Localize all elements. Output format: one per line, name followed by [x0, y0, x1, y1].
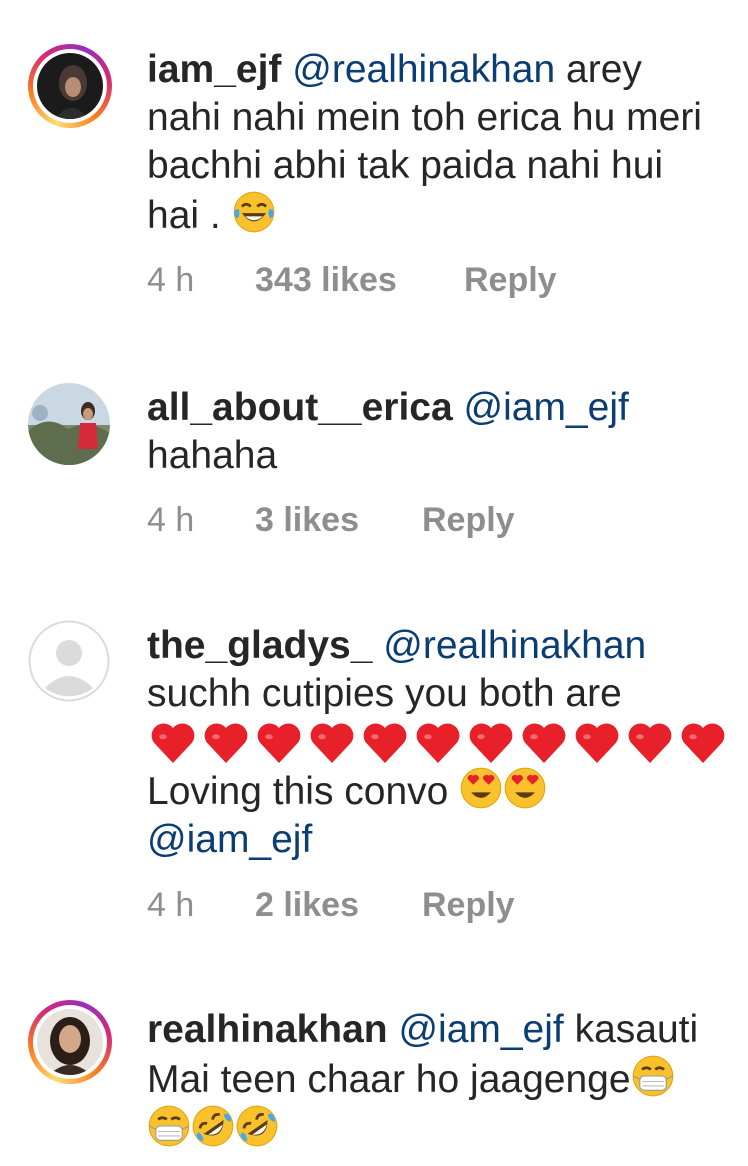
- comment-likes[interactable]: 2 likes: [255, 885, 359, 925]
- comment-body: the_gladys_ @realhinakhan suchh cutipies…: [147, 622, 737, 718]
- smiling-face-with-heart-eyes-icon: [503, 766, 547, 810]
- comment-body: all_about__erica @iam_ejf hahaha: [147, 384, 737, 480]
- comment-text: arey: [555, 48, 642, 91]
- reply-button[interactable]: Reply: [464, 260, 557, 300]
- profile-photo: [37, 1009, 103, 1075]
- rolling-on-the-floor-laughing-icon: [235, 1104, 279, 1148]
- smiling-face-with-heart-eyes-icon: [459, 766, 503, 810]
- default-avatar-icon: [28, 620, 110, 702]
- comment-username[interactable]: iam_ejf: [147, 48, 281, 91]
- profile-photo: [28, 383, 110, 465]
- comment-text: suchh cutipies you both are: [147, 672, 622, 715]
- reply-button[interactable]: Reply: [422, 885, 515, 925]
- rolling-on-the-floor-laughing-icon: [191, 1104, 235, 1148]
- face-with-medical-mask-icon: [147, 1104, 191, 1148]
- comment-mention[interactable]: @realhinakhan: [292, 48, 555, 91]
- comment-text: Mai teen chaar ho jaagenge: [147, 1058, 631, 1101]
- red-heart-icon: [624, 718, 676, 768]
- comment-text: hai .: [147, 194, 221, 237]
- reply-button[interactable]: Reply: [422, 500, 515, 540]
- comment-mention[interactable]: @iam_ejf: [147, 816, 737, 864]
- comment-text: hahaha: [147, 434, 278, 477]
- red-heart-icon: [412, 718, 464, 768]
- comment-text: bachhi abhi tak paida nahi hui: [147, 144, 664, 187]
- face-with-tears-of-joy-icon: [232, 190, 276, 234]
- avatar-all-about-erica[interactable]: [28, 383, 110, 465]
- comment-mention[interactable]: @iam_ejf: [464, 386, 629, 429]
- comment-body: realhinakhan @iam_ejf kasauti Mai teen c…: [147, 1006, 737, 1154]
- comment-text: kasauti: [563, 1008, 699, 1051]
- red-heart-icon: [518, 718, 570, 768]
- red-heart-icon: [571, 718, 623, 768]
- red-heart-icon: [147, 718, 199, 768]
- comment-likes[interactable]: 343 likes: [255, 260, 397, 300]
- face-with-medical-mask-icon: [631, 1054, 675, 1098]
- comment-text: nahi nahi mein toh erica hu meri: [147, 96, 702, 139]
- avatar-iam-ejf[interactable]: [28, 44, 112, 128]
- avatar-realhinakhan[interactable]: [28, 1000, 112, 1084]
- red-heart-icon: [465, 718, 517, 768]
- comment-text: Loving this convo: [147, 770, 449, 813]
- comment-time: 4 h: [147, 261, 195, 299]
- comment-body-cont: Loving this convo @iam_ejf: [147, 766, 737, 864]
- comment-time: 4 h: [147, 501, 195, 539]
- comment-mention[interactable]: @realhinakhan: [383, 624, 646, 667]
- comment-body: iam_ejf @realhinakhan arey nahi nahi mei…: [147, 46, 737, 240]
- red-heart-icon: [253, 718, 305, 768]
- red-heart-icon: [677, 718, 729, 768]
- comment-time: 4 h: [147, 886, 195, 924]
- comment-username[interactable]: the_gladys_: [147, 624, 372, 667]
- comment-mention[interactable]: @iam_ejf: [398, 1008, 563, 1051]
- comment-username[interactable]: all_about__erica: [147, 386, 453, 429]
- comment-likes[interactable]: 3 likes: [255, 500, 359, 540]
- comment-username[interactable]: realhinakhan: [147, 1008, 388, 1051]
- hearts-row: [147, 718, 729, 768]
- avatar-the-gladys[interactable]: [28, 620, 110, 702]
- red-heart-icon: [359, 718, 411, 768]
- profile-photo: [37, 53, 103, 119]
- red-heart-icon: [200, 718, 252, 768]
- red-heart-icon: [306, 718, 358, 768]
